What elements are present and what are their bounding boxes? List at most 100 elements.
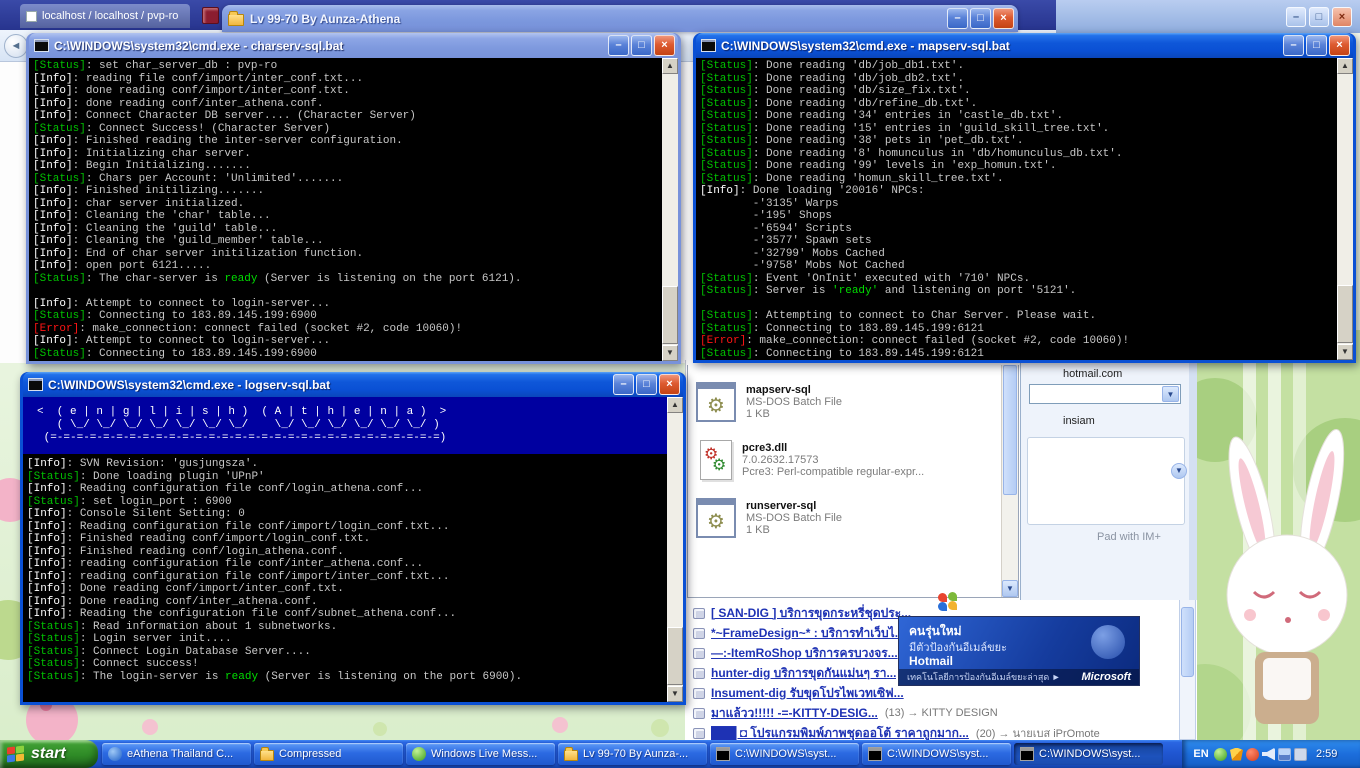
start-button[interactable]: start bbox=[0, 740, 98, 768]
taskbar-button-label: eAthena Thailand C... bbox=[127, 748, 234, 760]
taskbar-button[interactable]: Compressed bbox=[254, 743, 403, 765]
messenger-email-combo[interactable]: ▼ bbox=[1029, 384, 1181, 404]
console-line: [Info]: Attempt to connect to login-serv… bbox=[33, 335, 331, 347]
forum-topic-link[interactable]: ███ ◘ โปรแกรมพิมพ์ภาพชุดออโต้ ราคาถูกมาก… bbox=[711, 724, 969, 741]
tray-messenger-icon[interactable] bbox=[1214, 747, 1227, 761]
scroll-down-button[interactable]: ▼ bbox=[1002, 580, 1018, 597]
file-detail: 1 KB bbox=[746, 408, 770, 420]
console-line: [Info]: Finished initilizing....... bbox=[33, 185, 265, 197]
tray-usb-icon[interactable] bbox=[1294, 747, 1307, 761]
batch-file-icon: ⚙ bbox=[696, 498, 736, 538]
file-type: MS-DOS Batch File bbox=[746, 396, 842, 408]
messenger-scrollbar[interactable] bbox=[1189, 363, 1197, 600]
taskbar-button[interactable]: eAthena Thailand C... bbox=[102, 743, 251, 765]
scroll-up-button[interactable]: ▲ bbox=[662, 58, 678, 74]
minimize-button[interactable]: – bbox=[613, 374, 634, 395]
titlebar[interactable]: C:\WINDOWS\system32\cmd.exe - charserv-s… bbox=[29, 33, 678, 58]
console-line: [Info]: Done reading conf/import/inter_c… bbox=[27, 583, 344, 595]
scroll-up-button[interactable]: ▲ bbox=[667, 397, 683, 413]
console-scrollbar[interactable]: ▲ ▼ bbox=[1337, 58, 1353, 360]
forum-topic-link[interactable]: มาแล้วว!!!!! -=-KITTY-DESIG... bbox=[711, 704, 878, 723]
console-line: [Status]: Connecting to 183.89.145.199:6… bbox=[700, 322, 984, 335]
maximize-button[interactable]: □ bbox=[631, 35, 652, 56]
close-icon[interactable]: × bbox=[1332, 6, 1352, 27]
scroll-down-button[interactable]: ▼ bbox=[1337, 344, 1353, 360]
console-line: [Status]: set login_port : 6900 bbox=[27, 495, 232, 508]
taskbar-button[interactable]: Lv 99-70 By Aunza-... bbox=[558, 743, 707, 765]
scroll-up-button[interactable]: ▲ bbox=[1337, 58, 1353, 74]
tray-network-icon[interactable] bbox=[1278, 747, 1291, 761]
language-indicator[interactable]: EN bbox=[1191, 748, 1211, 760]
log-level-tag: [Info] bbox=[33, 160, 73, 172]
forum-topic-link[interactable]: [ SAN-DIG ] บริการขุดกระหรี่ชุดประ... bbox=[711, 604, 911, 623]
scrollbar-thumb[interactable] bbox=[667, 627, 683, 685]
log-level-tag: [Status] bbox=[27, 670, 80, 683]
minimize-button[interactable]: – bbox=[947, 8, 968, 29]
browser-scrollbar[interactable] bbox=[1179, 598, 1196, 740]
forum-topic-link[interactable]: hunter-dig บริการขุดกันแม่นๆ รา... bbox=[711, 664, 896, 683]
log-level-tag: [Info] bbox=[27, 558, 67, 570]
forum-topic-link[interactable]: *~FrameDesign~* : บริการทำเว็บไ... bbox=[711, 624, 905, 643]
file-item[interactable]: ⚙ mapserv-sql MS-DOS Batch File 1 KB bbox=[696, 373, 996, 431]
console-line: [Status]: Done reading '34' entries in '… bbox=[700, 110, 1064, 122]
file-list-scrollbar[interactable]: ▼ bbox=[1001, 365, 1018, 597]
tray-shield-icon[interactable] bbox=[1230, 747, 1243, 761]
log-level-tag: [Info] bbox=[27, 608, 67, 620]
scroll-down-button[interactable]: ▼ bbox=[662, 345, 678, 361]
close-icon[interactable]: × bbox=[659, 374, 680, 395]
minimize-button[interactable]: – bbox=[608, 35, 629, 56]
log-level-tag: [Status] bbox=[27, 658, 80, 670]
scrollbar-track[interactable] bbox=[1337, 74, 1353, 344]
close-icon[interactable]: × bbox=[1329, 35, 1350, 56]
forum-topic-link[interactable]: —:-ItemRoShop บริการครบวงจร... bbox=[711, 644, 898, 663]
close-icon[interactable]: × bbox=[654, 35, 675, 56]
hotmail-ad-banner[interactable]: คนรุ่นใหม่ มีตัวป้องกันอีเมล์ขยะ Hotmail… bbox=[898, 616, 1140, 686]
maximize-button[interactable]: □ bbox=[636, 374, 657, 395]
console-scrollbar[interactable]: ▲ ▼ bbox=[662, 58, 678, 361]
close-icon[interactable]: × bbox=[993, 8, 1014, 29]
maximize-button[interactable]: □ bbox=[1306, 35, 1327, 56]
forum-topic-link[interactable]: Insument-dig รับขุดโปรไพเวทเซิฟ... bbox=[711, 684, 904, 703]
minimize-button[interactable]: – bbox=[1286, 6, 1306, 27]
scroll-down-button[interactable]: ▼ bbox=[667, 686, 683, 702]
file-item[interactable]: ⚙ ⚙ pcre3.dll 7.0.2632.17573 Pcre3: Perl-com… bbox=[696, 431, 996, 489]
log-level-tag: [Info] bbox=[27, 520, 67, 533]
file-item[interactable]: ⚙ runserver-sql MS-DOS Batch File 1 KB bbox=[696, 489, 996, 547]
console-line: [Status]: Connecting to 183.89.145.199:6… bbox=[33, 347, 317, 360]
console-line: [Status]: Read information about 1 subne… bbox=[27, 620, 338, 633]
explorer-titlebar[interactable]: Lv 99-70 By Aunza-Athena – □ × bbox=[222, 5, 1018, 32]
taskbar-button[interactable]: C:\WINDOWS\syst... bbox=[862, 743, 1011, 765]
chevron-down-icon[interactable]: ▼ bbox=[1162, 386, 1179, 402]
taskbar: start eAthena Thailand C... Compressed Win… bbox=[0, 740, 1360, 768]
cmd-icon bbox=[716, 747, 730, 761]
tray-update-icon[interactable] bbox=[1246, 747, 1259, 761]
maximize-button[interactable]: □ bbox=[970, 8, 991, 29]
scrollbar-thumb[interactable] bbox=[1181, 607, 1194, 677]
back-button[interactable]: ◄ bbox=[4, 34, 28, 58]
scrollbar-thumb[interactable] bbox=[1337, 285, 1353, 343]
scrollbar-thumb[interactable] bbox=[1003, 365, 1017, 495]
scrollbar-track[interactable] bbox=[667, 413, 683, 686]
console-text: [Status]: Done reading 'db/job_db1.txt'.… bbox=[696, 58, 1337, 360]
taskbar-button[interactable]: Windows Live Mess... bbox=[406, 743, 555, 765]
taskbar-button[interactable]: C:\WINDOWS\syst... bbox=[1014, 743, 1163, 765]
log-level-tag: [Info] bbox=[27, 533, 67, 545]
folder-icon bbox=[260, 746, 274, 761]
msn-butterfly-icon bbox=[936, 592, 960, 612]
chevron-down-icon[interactable]: ▼ bbox=[1171, 463, 1187, 479]
titlebar[interactable]: C:\WINDOWS\system32\cmd.exe - logserv-sq… bbox=[23, 372, 683, 397]
folder-icon bbox=[228, 10, 244, 26]
background-tab-icon[interactable] bbox=[202, 7, 219, 24]
forum-topic-row: Insument-dig รับขุดโปรไพเวทเซิฟ... bbox=[693, 683, 1179, 703]
console-scrollbar[interactable]: ▲ ▼ bbox=[667, 397, 683, 702]
browser-tab[interactable]: localhost / localhost / pvp-ro bbox=[20, 4, 191, 28]
scrollbar-thumb[interactable] bbox=[662, 286, 678, 344]
scrollbar-track[interactable] bbox=[662, 74, 678, 345]
console-line: [Info]: reading configuration file conf/… bbox=[27, 558, 424, 570]
clock[interactable]: 2:59 bbox=[1316, 748, 1337, 760]
minimize-button[interactable]: – bbox=[1283, 35, 1304, 56]
taskbar-button[interactable]: C:\WINDOWS\syst... bbox=[710, 743, 859, 765]
titlebar[interactable]: C:\WINDOWS\system32\cmd.exe - mapserv-sq… bbox=[696, 33, 1353, 58]
tray-volume-icon[interactable] bbox=[1262, 747, 1275, 761]
maximize-button[interactable]: □ bbox=[1309, 6, 1329, 27]
